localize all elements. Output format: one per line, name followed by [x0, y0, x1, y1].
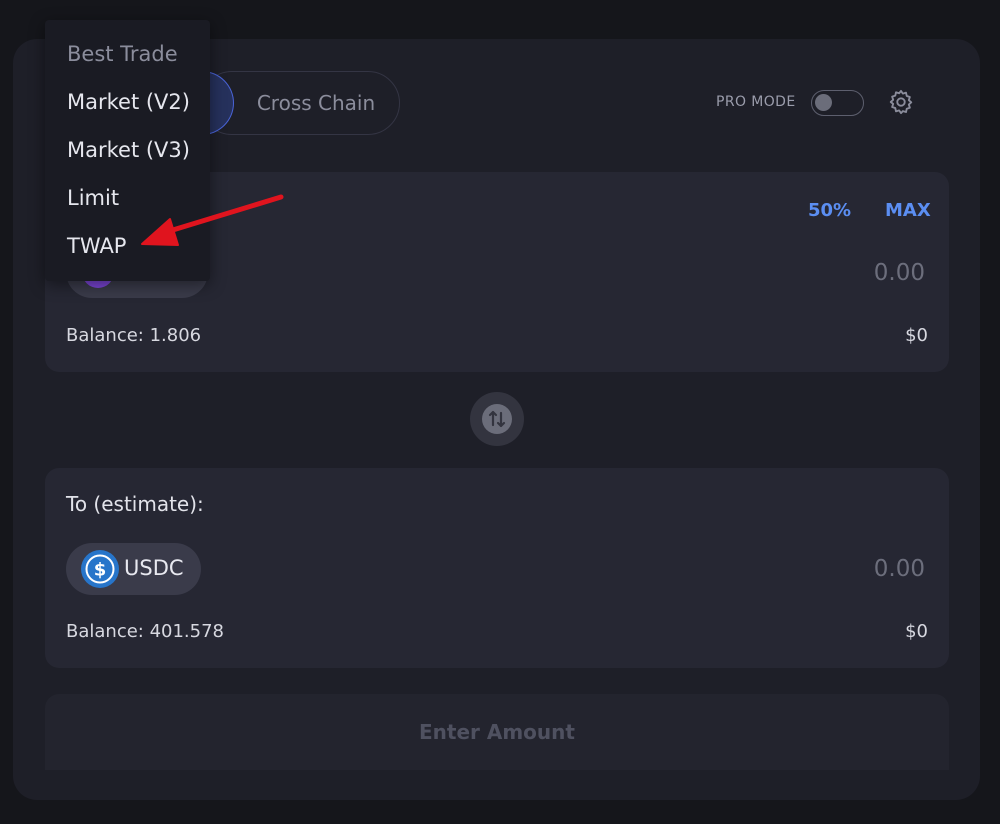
to-usd-value: $0: [905, 621, 928, 642]
dropdown-item-limit[interactable]: Limit: [67, 186, 119, 210]
swap-direction-button[interactable]: [470, 392, 524, 446]
trade-type-dropdown: Best Trade Market (V2) Market (V3) Limit…: [45, 20, 210, 281]
dropdown-item-best-trade[interactable]: Best Trade: [67, 42, 178, 66]
to-amount-input[interactable]: 0.00: [874, 556, 925, 582]
percent-50-button[interactable]: 50%: [808, 200, 851, 221]
to-estimate-label: To (estimate):: [66, 492, 204, 516]
max-button[interactable]: MAX: [885, 200, 931, 221]
to-token-symbol: USDC: [124, 556, 184, 580]
dropdown-item-market-v2[interactable]: Market (V2): [67, 90, 190, 114]
usdc-token-icon: $: [81, 550, 119, 588]
from-amount-input[interactable]: 0.00: [874, 260, 925, 286]
to-panel: To (estimate): $ USDC 0.00 Balance: 401.…: [45, 468, 949, 668]
dropdown-item-market-v3[interactable]: Market (V3): [67, 138, 190, 162]
swap-arrows-icon: [482, 404, 512, 434]
svg-text:$: $: [94, 560, 107, 581]
from-usd-value: $0: [905, 325, 928, 346]
gear-icon[interactable]: [887, 88, 915, 116]
to-balance: Balance: 401.578: [66, 621, 225, 642]
tab-cross-chain[interactable]: Cross Chain: [236, 86, 396, 120]
pro-mode-toggle[interactable]: [811, 90, 864, 116]
from-balance: Balance: 1.806: [66, 325, 202, 346]
enter-amount-button[interactable]: Enter Amount: [45, 694, 949, 770]
to-token-selector[interactable]: $ USDC: [66, 543, 201, 595]
pro-mode-label: PRO MODE: [716, 94, 796, 110]
toggle-knob: [815, 94, 832, 111]
dropdown-item-twap[interactable]: TWAP: [67, 234, 126, 258]
